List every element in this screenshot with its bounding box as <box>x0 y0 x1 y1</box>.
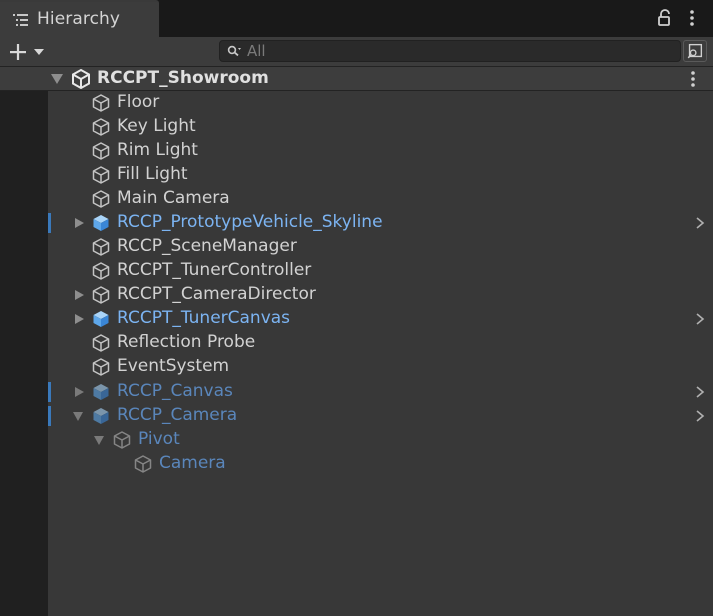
expand-arrow-right-icon[interactable] <box>74 218 84 228</box>
prefab-cube-icon <box>93 408 109 424</box>
chevron-right-icon[interactable] <box>695 386 705 398</box>
plus-icon <box>10 44 26 60</box>
gameobject-cube-icon <box>92 94 110 112</box>
lock-icon[interactable] <box>656 9 674 27</box>
tree-item-rim-light[interactable]: Rim Light <box>0 139 713 163</box>
tree-item-main-camera[interactable]: Main Camera <box>0 187 713 211</box>
scene-name: RCCPT_Showroom <box>97 68 269 88</box>
tree-item-label: RCCPT_CameraDirector <box>117 284 316 304</box>
gameobject-cube-icon <box>92 190 110 208</box>
tree-item-label: EventSystem <box>117 356 230 376</box>
tree-item-label: RCCPT_TunerCanvas <box>117 308 291 328</box>
tab-title: Hierarchy <box>37 9 121 29</box>
chevron-down-icon <box>34 49 44 55</box>
chevron-right-icon[interactable] <box>695 313 705 325</box>
search-input[interactable] <box>247 41 667 61</box>
tree-item-label: Camera <box>159 453 226 473</box>
tree-item-label: Pivot <box>138 429 180 449</box>
prefab-override-bar <box>48 406 51 426</box>
tree-item-camera-director[interactable]: RCCPT_CameraDirector <box>0 283 713 307</box>
gameobject-cube-icon <box>134 455 152 473</box>
tree-item-key-light[interactable]: Key Light <box>0 115 713 139</box>
scene-menu-icon[interactable] <box>687 70 699 88</box>
unity-scene-icon <box>72 69 90 89</box>
search-icon <box>227 45 241 57</box>
tree-item-rccp-canvas[interactable]: RCCP_Canvas <box>0 380 713 404</box>
gameobject-cube-icon <box>92 166 110 184</box>
tab-bar: Hierarchy <box>0 0 713 37</box>
tree-item-floor[interactable]: Floor <box>0 91 713 115</box>
prefab-override-bar <box>48 213 51 233</box>
hierarchy-list-icon <box>13 14 28 26</box>
gameobject-cube-icon <box>92 262 110 280</box>
tree-item-rccp-camera[interactable]: RCCP_Camera <box>0 404 713 428</box>
tree-item-scene-manager[interactable]: RCCP_SceneManager <box>0 235 713 259</box>
tree-item-fill-light[interactable]: Fill Light <box>0 163 713 187</box>
tree-item-label: Rim Light <box>117 140 198 160</box>
tree-item-label: Floor <box>117 92 160 112</box>
prefab-cube-icon <box>93 215 109 231</box>
tree-item-event-system[interactable]: EventSystem <box>0 355 713 379</box>
prefab-override-bar <box>48 382 51 402</box>
tree-item-tuner-canvas[interactable]: RCCPT_TunerCanvas <box>0 307 713 331</box>
gameobject-cube-icon <box>92 118 110 136</box>
tree-item-reflection-probe[interactable]: Reflection Probe <box>0 331 713 355</box>
tree-item-label: Reflection Probe <box>117 332 256 352</box>
search-mode-toggle-icon[interactable] <box>683 40 707 62</box>
expand-arrow-icon[interactable] <box>51 74 63 84</box>
tree-item-pivot[interactable]: Pivot <box>0 428 713 452</box>
tree-item-label: Key Light <box>117 116 196 136</box>
gameobject-cube-icon <box>92 358 110 376</box>
search-field[interactable] <box>219 40 681 62</box>
expand-arrow-right-icon[interactable] <box>74 290 84 300</box>
gameobject-cube-icon <box>92 334 110 352</box>
tree-item-label: Main Camera <box>117 188 230 208</box>
tree-item-label: RCCPT_TunerController <box>117 260 312 280</box>
expand-arrow-right-icon[interactable] <box>74 387 84 397</box>
tab-hierarchy[interactable]: Hierarchy <box>0 0 159 37</box>
tree-item-label: RCCP_Camera <box>117 405 238 425</box>
chevron-right-icon[interactable] <box>695 410 705 422</box>
tree-item-label: RCCP_SceneManager <box>117 236 297 256</box>
tree-item-label: RCCP_PrototypeVehicle_Skyline <box>117 212 383 232</box>
hierarchy-tree: RCCPT_Showroom Floor Key Light Rim Light <box>0 67 713 616</box>
kebab-menu-icon[interactable] <box>686 9 698 27</box>
hierarchy-toolbar <box>0 37 713 67</box>
expand-arrow-down-icon[interactable] <box>73 411 83 421</box>
gameobject-cube-icon <box>113 431 131 449</box>
prefab-cube-icon <box>93 384 109 400</box>
scene-header-row[interactable]: RCCPT_Showroom <box>0 67 713 91</box>
create-dropdown-button[interactable] <box>6 40 50 64</box>
gameobject-cube-icon <box>92 238 110 256</box>
gameobject-cube-icon <box>92 286 110 304</box>
expand-arrow-right-icon[interactable] <box>74 314 84 324</box>
expand-arrow-down-icon[interactable] <box>94 435 104 445</box>
tree-item-camera[interactable]: Camera <box>0 452 713 476</box>
chevron-right-icon[interactable] <box>695 217 705 229</box>
tree-item-label: Fill Light <box>117 164 188 184</box>
tree-item-tuner-controller[interactable]: RCCPT_TunerController <box>0 259 713 283</box>
tree-item-prototype-vehicle[interactable]: RCCP_PrototypeVehicle_Skyline <box>0 211 713 235</box>
prefab-cube-icon <box>93 311 109 327</box>
tree-item-label: RCCP_Canvas <box>117 381 233 401</box>
gameobject-cube-icon <box>92 142 110 160</box>
